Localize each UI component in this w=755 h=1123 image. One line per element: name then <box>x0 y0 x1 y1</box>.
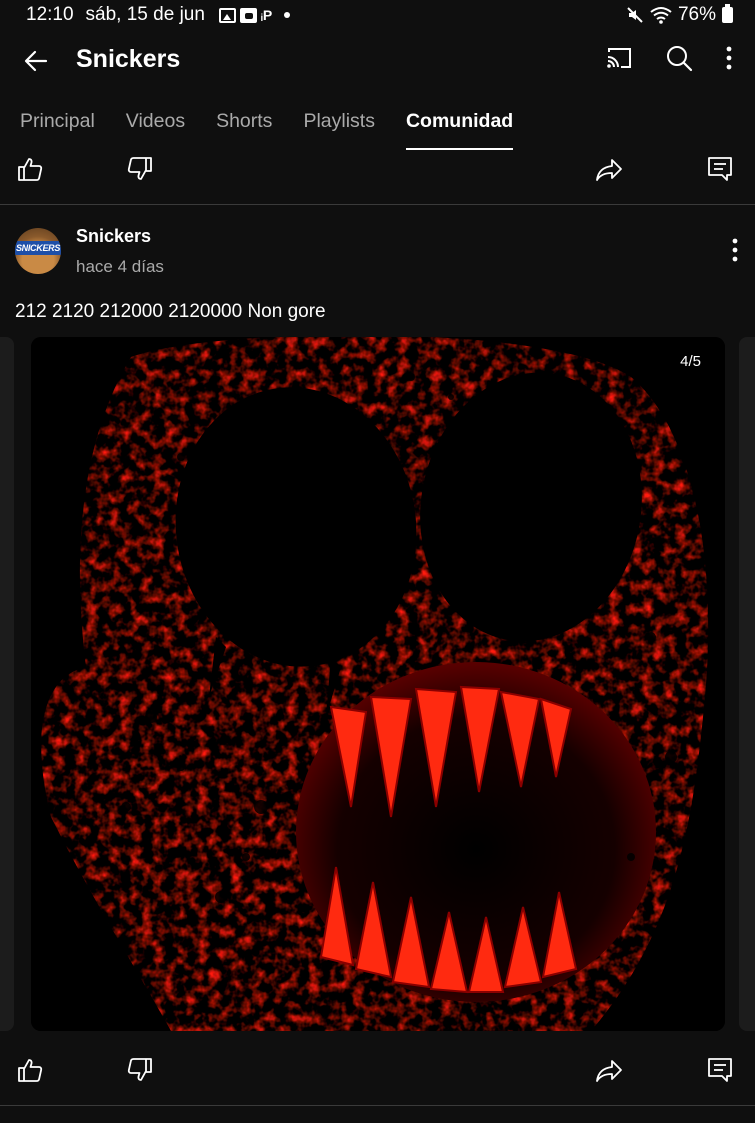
dislike-icon[interactable] <box>126 1056 154 1084</box>
notification-icons: ᵢP <box>218 7 291 23</box>
p-notification-icon: ᵢP <box>260 7 273 23</box>
like-icon[interactable] <box>16 1056 44 1084</box>
search-icon[interactable] <box>665 44 693 72</box>
previous-image-peek[interactable] <box>0 337 14 1031</box>
back-arrow-icon[interactable] <box>22 47 50 75</box>
post-text: 212 2120 212000 2120000 Non gore <box>15 301 326 322</box>
post-actions <box>0 1048 755 1092</box>
app-bar: Snickers <box>0 30 755 92</box>
tab-principal[interactable]: Principal <box>20 100 95 150</box>
avatar[interactable]: SNICKERS <box>15 228 61 274</box>
wifi-icon <box>650 7 672 24</box>
comment-icon[interactable] <box>706 1056 734 1084</box>
red-skull-face-image <box>31 337 725 1031</box>
post-author[interactable]: Snickers <box>76 226 151 247</box>
post-image[interactable]: 4/5 <box>31 337 725 1031</box>
battery-icon <box>722 4 733 23</box>
bottom-divider <box>0 1105 755 1106</box>
next-image-peek[interactable] <box>739 337 755 1031</box>
mute-icon <box>627 7 643 23</box>
more-vert-icon[interactable] <box>725 46 733 70</box>
status-time: 12:10 <box>26 4 74 25</box>
avatar-brand-label: SNICKERS <box>15 241 61 255</box>
post-time: hace 4 días <box>76 257 164 276</box>
image-counter: 4/5 <box>680 353 701 370</box>
share-icon[interactable] <box>595 155 623 183</box>
tab-shorts[interactable]: Shorts <box>216 100 272 150</box>
tab-comunidad[interactable]: Comunidad <box>405 100 514 150</box>
cast-icon[interactable] <box>605 45 633 71</box>
tab-playlists[interactable]: Playlists <box>303 100 375 150</box>
share-icon[interactable] <box>595 1056 623 1084</box>
post-divider <box>0 204 755 205</box>
dislike-icon[interactable] <box>126 155 154 183</box>
face-notification-icon <box>239 7 257 23</box>
image-notification-icon <box>218 7 236 23</box>
channel-title: Snickers <box>76 45 181 73</box>
status-date: sáb, 15 de jun <box>85 4 205 25</box>
previous-post-actions <box>0 147 755 191</box>
status-bar: 12:10 sáb, 15 de jun ᵢP 76% <box>0 0 755 30</box>
comment-icon[interactable] <box>706 155 734 183</box>
channel-tabs: Principal Videos Shorts Playlists Comuni… <box>0 100 755 150</box>
like-icon[interactable] <box>16 155 44 183</box>
tab-videos[interactable]: Videos <box>126 100 185 150</box>
post-more-icon[interactable] <box>722 236 748 264</box>
battery-text: 76% <box>677 4 716 25</box>
more-notifications-icon <box>284 12 291 18</box>
